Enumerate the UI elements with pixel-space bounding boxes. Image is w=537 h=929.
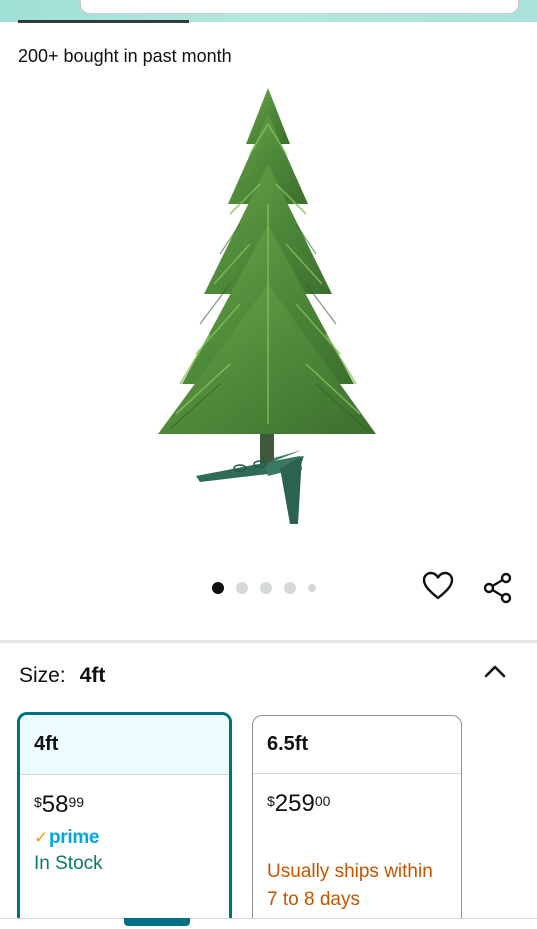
size-option-price: $ 259 00: [267, 790, 461, 818]
price-currency: $: [34, 794, 42, 810]
collapse-size-button[interactable]: [478, 656, 512, 686]
prime-badge: ✓ prime: [34, 827, 229, 849]
price-fraction: 00: [314, 793, 331, 809]
gallery-dot[interactable]: [260, 582, 272, 594]
bottom-nav-active-indicator: [124, 918, 190, 926]
prime-check-icon: ✓: [34, 828, 48, 847]
tab-underline: [18, 20, 189, 23]
size-option-price: $ 58 99: [34, 791, 229, 819]
heart-outline-icon: [422, 571, 454, 600]
bought-in-past-month-text: 200+ bought in past month: [18, 46, 232, 66]
price-fraction: 99: [68, 794, 85, 810]
size-option-card-4ft[interactable]: 4ft $ 58 99 ✓ prime In Stock: [17, 712, 232, 929]
size-option-card-6-5ft[interactable]: 6.5ft $ 259 00 Usually ships within 7 to…: [252, 715, 462, 929]
gallery-dot[interactable]: [284, 582, 296, 594]
price-currency: $: [267, 793, 275, 809]
gallery-dot[interactable]: [212, 582, 224, 594]
availability-line-1: Usually ships within: [267, 861, 433, 882]
add-to-wishlist-button[interactable]: [420, 568, 456, 604]
bottom-nav-bar: [0, 918, 537, 929]
availability-line-2: 7 to 8 days: [267, 889, 360, 910]
availability-text: Usually ships within 7 to 8 days: [267, 858, 461, 914]
size-label: Size:: [19, 664, 66, 687]
price-whole: 259: [274, 790, 315, 817]
availability-text: In Stock: [34, 853, 103, 874]
size-option-name: 6.5ft: [253, 716, 461, 774]
size-selected-value: 4ft: [79, 664, 106, 687]
chevron-up-icon: [484, 665, 506, 678]
prime-label: prime: [48, 827, 100, 848]
share-icon: [483, 572, 512, 604]
christmas-tree-image: [158, 88, 376, 524]
gallery-dot[interactable]: [308, 584, 316, 592]
gallery-pagination: [212, 580, 316, 596]
size-label-row: Size: 4ft: [19, 664, 105, 688]
product-image[interactable]: [140, 84, 400, 534]
gallery-dot[interactable]: [236, 582, 248, 594]
price-whole: 58: [41, 791, 69, 818]
size-option-name: 4ft: [20, 715, 229, 775]
search-bar[interactable]: [80, 0, 519, 14]
share-button[interactable]: [480, 570, 516, 606]
section-divider: [0, 640, 537, 643]
